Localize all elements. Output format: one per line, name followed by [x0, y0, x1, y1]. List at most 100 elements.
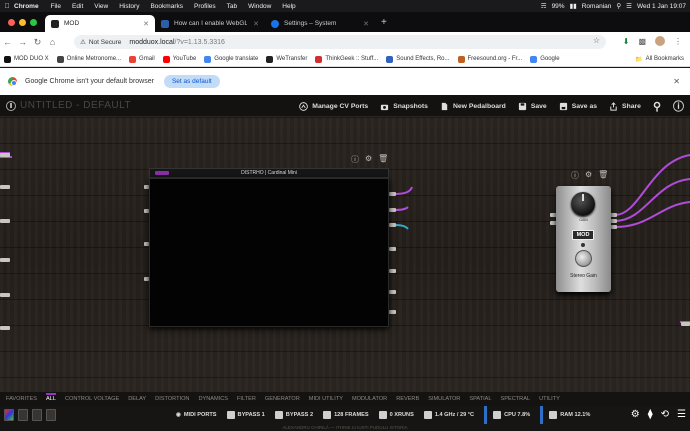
search-plugins-icon[interactable]: ⚲: [653, 100, 661, 113]
cable[interactable]: [394, 224, 409, 230]
plugin-thumbnail[interactable]: [32, 409, 42, 421]
cable[interactable]: [614, 201, 690, 228]
system-output-port[interactable]: [0, 258, 10, 262]
close-infobar-icon[interactable]: ✕: [673, 77, 680, 86]
bookmark-item[interactable]: Sound Effects, Ro...: [386, 55, 450, 63]
bypass-2-button[interactable]: BYPASS 2: [274, 411, 313, 419]
menu-edit[interactable]: Edit: [72, 3, 83, 10]
trash-icon[interactable]: 🗑: [378, 154, 388, 165]
category-favorites[interactable]: FAVORITES: [6, 396, 37, 402]
bookmark-item[interactable]: WeTransfer: [266, 55, 307, 63]
category-simulator[interactable]: SIMULATOR: [428, 396, 460, 402]
reload-icon[interactable]: ↻: [30, 37, 45, 48]
cardinal-mini-plugin-gui[interactable]: [149, 178, 389, 327]
cable[interactable]: [394, 186, 413, 195]
plugin-output-port[interactable]: [389, 269, 396, 273]
back-icon[interactable]: ←: [0, 37, 15, 47]
trash-icon[interactable]: 🗑: [598, 170, 608, 181]
minimize-window-button[interactable]: [19, 19, 26, 26]
snapshots-button[interactable]: Snapshots: [380, 102, 428, 111]
new-tab-button[interactable]: +: [375, 17, 393, 32]
settings-gear-icon[interactable]: ⚙: [365, 154, 372, 165]
category-filter[interactable]: FILTER: [237, 396, 256, 402]
mod-power-logo-icon[interactable]: [6, 100, 16, 111]
plugin-bypass-toggle[interactable]: [155, 171, 169, 175]
category-utility[interactable]: UTILITY: [539, 396, 560, 402]
all-bookmarks-button[interactable]: 📁 All Bookmarks: [635, 56, 684, 63]
control-center-icon[interactable]: ☰: [626, 2, 632, 10]
new-pedalboard-button[interactable]: New Pedalboard: [440, 102, 506, 111]
search-icon[interactable]: ⚲: [616, 2, 621, 10]
cable[interactable]: [394, 206, 409, 211]
forward-icon[interactable]: →: [15, 37, 30, 47]
system-output-port[interactable]: [0, 326, 10, 330]
bookmark-item[interactable]: Freesound.org - Fr...: [457, 55, 522, 63]
transport-sync-icon[interactable]: ⧫: [648, 409, 653, 420]
input-source[interactable]: Romanian: [582, 3, 612, 10]
tab-mod[interactable]: MOD ✕: [45, 15, 155, 32]
bookmark-item[interactable]: Gmail: [129, 55, 155, 63]
close-tab-icon[interactable]: ✕: [137, 20, 149, 28]
help-icon[interactable]: ⓘ: [673, 98, 684, 114]
bank-icon[interactable]: ☰: [677, 409, 686, 420]
category-spectral[interactable]: SPECTRAL: [501, 396, 531, 402]
system-output-port[interactable]: [0, 185, 10, 189]
tab-settings[interactable]: Settings – System ✕: [265, 15, 375, 32]
bookmark-item[interactable]: MOD DUO X: [4, 55, 49, 63]
menu-help[interactable]: Help: [282, 3, 295, 10]
bypass-1-button[interactable]: BYPASS 1: [226, 411, 265, 419]
zoom-window-button[interactable]: [30, 19, 37, 26]
menu-history[interactable]: History: [119, 3, 139, 10]
stereo-gain-pedal[interactable]: GAIN MOD Stereo Gain: [556, 186, 611, 292]
plugin-thumbnail[interactable]: [4, 409, 14, 421]
pedal-output-port[interactable]: [610, 225, 617, 229]
menu-window[interactable]: Window: [248, 3, 271, 10]
save-button[interactable]: Save: [518, 102, 547, 111]
category-spatial[interactable]: SPATIAL: [469, 396, 491, 402]
bookmark-item[interactable]: Online Metronome...: [56, 55, 121, 63]
close-tab-icon[interactable]: ✕: [247, 20, 259, 28]
download-icon[interactable]: ⬇: [623, 37, 630, 46]
site-info-chip[interactable]: ⚠ Not Secure: [80, 38, 121, 47]
category-delay[interactable]: DELAY: [128, 396, 146, 402]
plugin-output-port[interactable]: [389, 223, 396, 227]
category-all[interactable]: ALL: [45, 393, 56, 402]
routing-icon[interactable]: ⟲: [661, 409, 669, 420]
system-output-port[interactable]: [0, 153, 10, 157]
xruns-indicator[interactable]: 0 XRUNS: [378, 411, 414, 419]
menu-profiles[interactable]: Profiles: [194, 3, 216, 10]
pedal-output-port[interactable]: [610, 219, 617, 223]
midi-ports-button[interactable]: ◉ MIDI PORTS: [176, 412, 217, 418]
bookmark-star-icon[interactable]: ☆: [593, 36, 600, 45]
plugin-thumbnail[interactable]: [46, 409, 56, 421]
extensions-icon[interactable]: ▩: [638, 37, 646, 46]
plugin-output-port[interactable]: [389, 310, 396, 314]
category-control-voltage[interactable]: CONTROL VOLTAGE: [65, 396, 119, 402]
bookmark-item[interactable]: Google: [530, 55, 560, 63]
menu-view[interactable]: View: [94, 3, 108, 10]
pedalboard-canvas[interactable]: ⓘ ⚙ 🗑 DISTRHO | Cardinal Mini ⓘ ⚙ 🗑 GAIN…: [0, 117, 690, 392]
close-window-button[interactable]: [8, 19, 15, 26]
menu-file[interactable]: File: [51, 3, 61, 10]
info-icon[interactable]: ⓘ: [351, 154, 359, 165]
menu-bookmarks[interactable]: Bookmarks: [150, 3, 183, 10]
menu-kebab-icon[interactable]: ⋮: [674, 37, 682, 46]
battery-icon[interactable]: ▮▮: [570, 2, 577, 10]
category-distortion[interactable]: DISTORTION: [155, 396, 189, 402]
settings-gear-icon[interactable]: ⚙: [585, 170, 592, 181]
plugin-output-port[interactable]: [389, 290, 396, 294]
system-input-port[interactable]: [681, 322, 690, 326]
omnibox[interactable]: ⚠ Not Secure modduox.local/?v=1.13.5.3316…: [74, 35, 606, 49]
category-generator[interactable]: GENERATOR: [265, 396, 300, 402]
footswitch[interactable]: [575, 250, 592, 267]
category-modulator[interactable]: MODULATOR: [352, 396, 387, 402]
plugin-thumbnail[interactable]: [18, 409, 28, 421]
plugin-header[interactable]: DISTRHO | Cardinal Mini: [149, 168, 389, 178]
category-dynamics[interactable]: DYNAMICS: [198, 396, 228, 402]
settings-gear-icon[interactable]: ⚙: [631, 409, 640, 420]
bookmark-item[interactable]: YouTube: [162, 55, 196, 63]
profile-avatar[interactable]: [655, 36, 665, 46]
menubar-app-name[interactable]: Chrome: [14, 3, 39, 10]
cable[interactable]: [614, 178, 690, 222]
system-output-port[interactable]: [0, 293, 10, 297]
